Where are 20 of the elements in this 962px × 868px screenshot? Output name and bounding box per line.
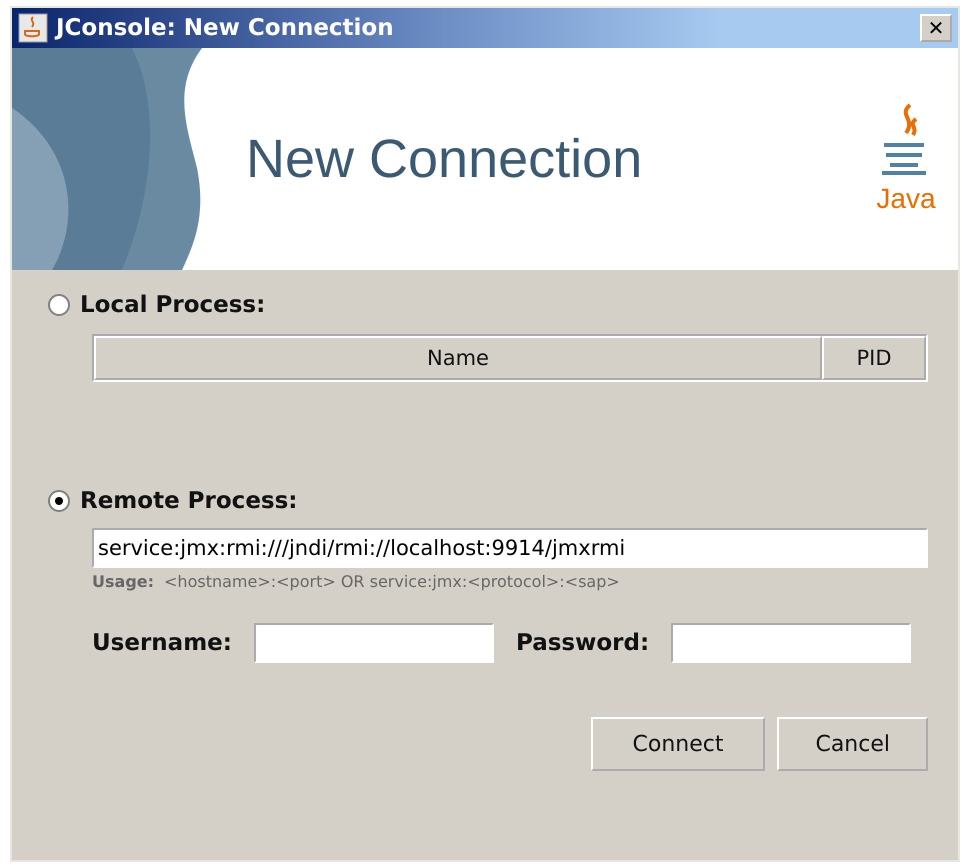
- close-button[interactable]: ✕: [920, 14, 952, 42]
- credential-label: Password:: [516, 630, 650, 656]
- local-process-label: Local Process:: [80, 292, 266, 318]
- coffee-cup-icon: [18, 13, 48, 43]
- radio-button[interactable]: [48, 294, 70, 316]
- logo-text: Java: [876, 183, 936, 215]
- radio-button[interactable]: [48, 490, 70, 512]
- usage-text: <hostname>:<port> OR service:jmx:<protocol>:<sap>: [164, 572, 620, 591]
- url-field[interactable]: service:jmx:rmi:///jndi/rmi://localhost:9914/jmxrmi: [92, 528, 928, 568]
- dialog-button[interactable]: Cancel: [777, 717, 928, 771]
- usage-label: Usage:: [92, 572, 154, 591]
- credential-label: Username:: [92, 630, 232, 656]
- window-title: JConsole: New Connection: [56, 15, 395, 41]
- column-header[interactable]: PID: [822, 336, 926, 380]
- column-header[interactable]: Name: [94, 336, 822, 380]
- input-field[interactable]: [254, 623, 494, 663]
- input-field[interactable]: [671, 623, 912, 663]
- remote-process-label: Remote Process:: [80, 488, 298, 514]
- dialog-button[interactable]: Connect: [590, 717, 766, 771]
- banner-heading: New Connection: [246, 128, 644, 190]
